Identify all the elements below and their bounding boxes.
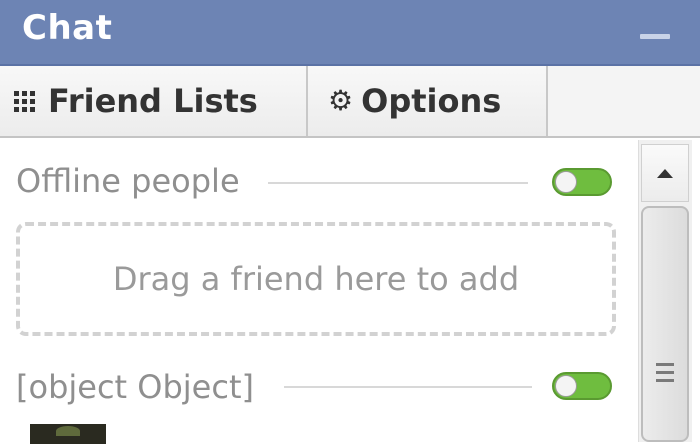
scroll-up-button[interactable] [641,144,689,202]
up-arrow-icon [657,168,673,178]
section-offline-people: Offline people [16,162,616,212]
object-section-toggle[interactable] [552,372,612,400]
offline-people-toggle[interactable] [552,168,612,196]
minimize-icon[interactable] [640,34,670,39]
tab-options-label: Options [361,82,502,120]
chat-header[interactable]: Chat [0,0,700,66]
gear-icon: ⚙ [328,84,354,117]
grid-icon [14,89,38,113]
section-divider [268,182,528,184]
section-label: [object Object] [16,368,254,406]
tab-options[interactable]: ⚙ Options [308,66,548,136]
section-divider [284,386,532,388]
tab-bar: Friend Lists ⚙ Options [0,66,700,138]
avatar[interactable] [30,424,106,444]
toggle-knob [555,171,577,193]
scroll-thumb[interactable] [641,206,689,442]
section-label: Offline people [16,162,240,200]
dropzone-text: Drag a friend here to add [112,260,520,298]
tab-spacer [548,66,700,136]
friend-list-content: Offline people Drag a friend here to add… [0,138,638,444]
chat-panel: Chat Friend Lists ⚙ Options Offline peop… [0,0,700,444]
section-object: [object Object] [16,368,616,418]
grip-icon [656,363,674,385]
scrollbar[interactable] [638,140,692,442]
tab-friend-lists-label: Friend Lists [48,82,258,120]
chat-title: Chat [22,8,113,48]
toggle-knob [555,375,577,397]
tab-friend-lists[interactable]: Friend Lists [0,66,308,136]
friend-dropzone[interactable]: Drag a friend here to add [16,222,616,336]
